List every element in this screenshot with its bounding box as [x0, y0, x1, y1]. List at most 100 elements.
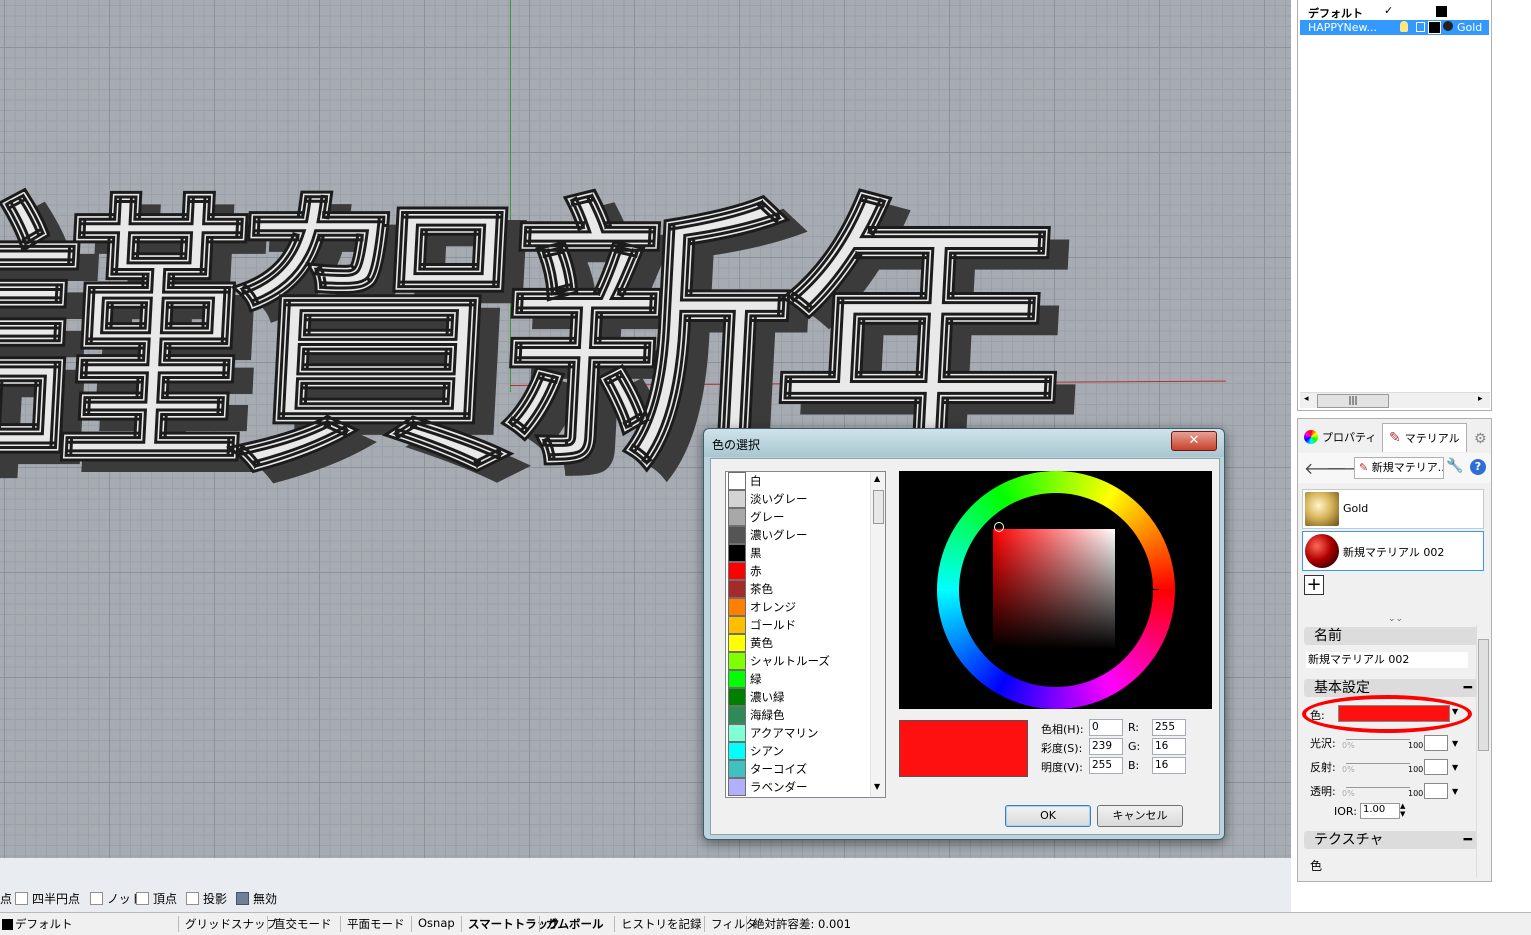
- sv-picker-handle[interactable]: [994, 522, 1004, 532]
- scroll-down-icon[interactable]: ▼: [874, 782, 880, 791]
- green-input[interactable]: 16: [1152, 738, 1186, 755]
- splitter-chevron-icon[interactable]: ⌄⌄: [1388, 614, 1403, 624]
- color-list-item[interactable]: 茶色: [728, 580, 870, 598]
- new-material-label: 新規マテリア...: [1371, 461, 1444, 474]
- color-wheel-area[interactable]: [899, 471, 1212, 709]
- color-list-item[interactable]: ターコイズ: [728, 760, 870, 778]
- reflection-slider[interactable]: [1346, 763, 1410, 764]
- color-list-item[interactable]: ラベンダー: [728, 778, 870, 796]
- ok-button[interactable]: OK: [1005, 805, 1091, 827]
- new-material-button[interactable]: ✎ 新規マテリア...: [1354, 457, 1444, 479]
- cancel-button[interactable]: キャンセル: [1097, 805, 1183, 827]
- status-ortho[interactable]: 直交モード: [267, 916, 332, 932]
- color-list-item[interactable]: オレンジ: [728, 598, 870, 616]
- color-list-item[interactable]: 濃いグレー: [728, 526, 870, 544]
- scroll-left-icon[interactable]: ◂: [1304, 394, 1309, 404]
- checkbox[interactable]: [186, 891, 199, 905]
- checkbox[interactable]: [15, 891, 28, 905]
- color-list-item[interactable]: シャルトルーズ: [728, 652, 870, 670]
- help-icon[interactable]: ?: [1470, 459, 1486, 475]
- scroll-right-icon[interactable]: ▸: [1478, 394, 1483, 404]
- gear-icon[interactable]: ⚙: [1474, 431, 1487, 447]
- collapse-icon[interactable]: ━: [1464, 679, 1472, 697]
- color-list-item[interactable]: シアン: [728, 742, 870, 760]
- checkbox[interactable]: [90, 891, 103, 905]
- status-gumball[interactable]: ガムボール: [539, 916, 604, 932]
- layer-row-selected[interactable]: HAPPYNew... Gold: [1300, 20, 1489, 35]
- material-vertical-scrollbar[interactable]: [1476, 625, 1489, 877]
- color-list-scrollbar[interactable]: ▲ ▼: [870, 472, 885, 797]
- osnap-quadrant[interactable]: 四半円点: [15, 890, 80, 906]
- color-list-item[interactable]: 淡いグレー: [728, 490, 870, 508]
- gloss-color-swatch[interactable]: [1424, 735, 1448, 751]
- dialog-title-bar[interactable]: 色の選択 ✕: [704, 429, 1224, 457]
- reflection-color-swatch[interactable]: [1424, 759, 1448, 775]
- print-color-icon[interactable]: [1443, 21, 1453, 31]
- status-layer[interactable]: デフォルト: [0, 916, 73, 932]
- material-item-selected[interactable]: 新規マテリアル 002: [1302, 531, 1484, 571]
- layer-row[interactable]: デフォルト ✓: [1300, 4, 1489, 20]
- scroll-thumb[interactable]: [1478, 639, 1489, 751]
- transparency-slider[interactable]: [1346, 787, 1410, 788]
- dropdown-arrow-icon[interactable]: ▼: [1452, 763, 1458, 772]
- named-color-list[interactable]: 白淡いグレー グレー 濃いグレー黒赤茶色 オレンジ ゴールド黄色シャルトルーズ緑濃い緑海…: [725, 471, 886, 798]
- add-material-button[interactable]: +: [1304, 575, 1324, 595]
- red-input[interactable]: 255: [1152, 719, 1186, 736]
- gloss-slider[interactable]: [1346, 739, 1410, 740]
- status-layer-label: デフォルト: [15, 917, 73, 931]
- color-list-item[interactable]: 赤: [728, 562, 870, 580]
- saturation-input[interactable]: 239: [1089, 738, 1123, 755]
- color-list-item[interactable]: 黒: [728, 544, 870, 562]
- scroll-thumb[interactable]: |||: [1317, 394, 1389, 408]
- status-osnap[interactable]: Osnap: [411, 916, 455, 932]
- osnap-vertex[interactable]: 頂点: [136, 890, 177, 906]
- color-list-item[interactable]: アクアマリン: [728, 724, 870, 742]
- color-list-item[interactable]: 緑: [728, 670, 870, 688]
- tab-properties[interactable]: プロパティ: [1298, 423, 1382, 451]
- collapse-icon[interactable]: ━: [1464, 831, 1472, 849]
- layers-horizontal-scrollbar[interactable]: ◂ ||| ▸: [1300, 392, 1490, 408]
- osnap-disable[interactable]: 無効: [236, 890, 277, 906]
- hue-input[interactable]: 0: [1089, 719, 1123, 736]
- value-input[interactable]: 255: [1089, 757, 1123, 774]
- osnap-knot[interactable]: ノット: [90, 890, 143, 906]
- color-list-item[interactable]: 黄色: [728, 634, 870, 652]
- current-layer-check-icon[interactable]: ✓: [1384, 4, 1393, 17]
- transparency-color-swatch[interactable]: [1424, 783, 1448, 799]
- osnap-project[interactable]: 投影: [186, 890, 227, 906]
- lightbulb-icon[interactable]: [1400, 21, 1408, 32]
- name-section-header[interactable]: 名前: [1304, 627, 1478, 645]
- color-list-item[interactable]: 濃い緑: [728, 688, 870, 706]
- material-name-field[interactable]: 新規マテリアル 002: [1306, 652, 1468, 668]
- checkbox-checked[interactable]: [236, 891, 249, 905]
- material-item-gold[interactable]: Gold: [1302, 489, 1484, 529]
- tab-label: プロパティ: [1322, 431, 1377, 444]
- osnap-point[interactable]: 点: [0, 890, 12, 906]
- status-planar[interactable]: 平面モード: [340, 916, 405, 932]
- hue-marker[interactable]: [1147, 589, 1159, 590]
- lock-icon[interactable]: [1416, 22, 1425, 32]
- checkbox[interactable]: [136, 891, 149, 905]
- saturation-value-square[interactable]: [993, 529, 1115, 649]
- color-list-item[interactable]: 海緑色: [728, 706, 870, 724]
- wrench-icon[interactable]: 🔧: [1446, 458, 1463, 474]
- paintbrush-icon: ✎: [1389, 430, 1401, 446]
- color-list-item[interactable]: ゴールド: [728, 616, 870, 634]
- layer-color-swatch[interactable]: [1436, 6, 1447, 17]
- status-grid-snap[interactable]: グリッドスナップ: [178, 916, 277, 932]
- dropdown-arrow-icon[interactable]: ▼: [1452, 787, 1458, 796]
- scroll-thumb[interactable]: [873, 490, 884, 524]
- color-name: 黄色: [750, 636, 773, 650]
- layer-color-swatch[interactable]: [1428, 21, 1441, 34]
- blue-input[interactable]: 16: [1152, 757, 1186, 774]
- tab-materials[interactable]: ✎ マテリアル: [1382, 423, 1467, 452]
- color-list-item[interactable]: 白: [728, 472, 870, 490]
- color-list-item[interactable]: グレー: [728, 508, 870, 526]
- ior-spinner[interactable]: ▲ ▼: [1400, 802, 1405, 818]
- texture-section-header[interactable]: テクスチャ ━: [1304, 831, 1478, 849]
- dropdown-arrow-icon[interactable]: ▼: [1452, 739, 1458, 748]
- close-button[interactable]: ✕: [1171, 431, 1217, 451]
- status-history[interactable]: ヒストリを記録: [614, 916, 702, 932]
- scroll-up-icon[interactable]: ▲: [874, 474, 880, 483]
- ior-input[interactable]: 1.00: [1360, 803, 1400, 819]
